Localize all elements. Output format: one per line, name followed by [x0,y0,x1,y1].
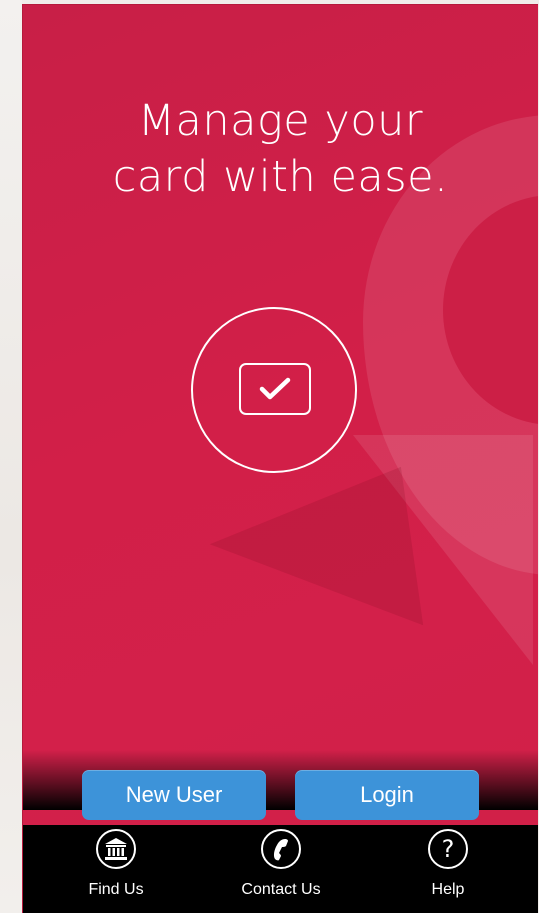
tab-label-contact-us: Contact Us [241,881,321,898]
tab-find-us[interactable]: Find Us [71,825,161,913]
tab-contact-us[interactable]: Contact Us [221,825,341,913]
card-check-icon [191,307,357,473]
app-screen: Manage your card with ease. New User Log… [22,4,538,913]
headline-line-1: Manage your [137,96,424,146]
login-button[interactable]: Login [295,770,479,820]
question-icon: ? [428,829,468,869]
tab-label-find-us: Find Us [88,881,144,898]
bank-icon [96,829,136,869]
tab-label-help: Help [431,881,465,898]
new-user-button[interactable]: New User [82,770,266,820]
shadow-decoration [202,466,424,654]
background-margin [0,0,22,913]
card-outline-icon [239,363,311,415]
phone-icon [261,829,301,869]
headline-line-2: card with ease. [112,152,449,202]
tab-help[interactable]: ? Help [403,825,493,913]
bottom-tab-bar: Find Us Contact Us ? Help [23,825,538,913]
headline: Manage your card with ease. [23,93,538,205]
checkmark-icon [259,377,291,400]
